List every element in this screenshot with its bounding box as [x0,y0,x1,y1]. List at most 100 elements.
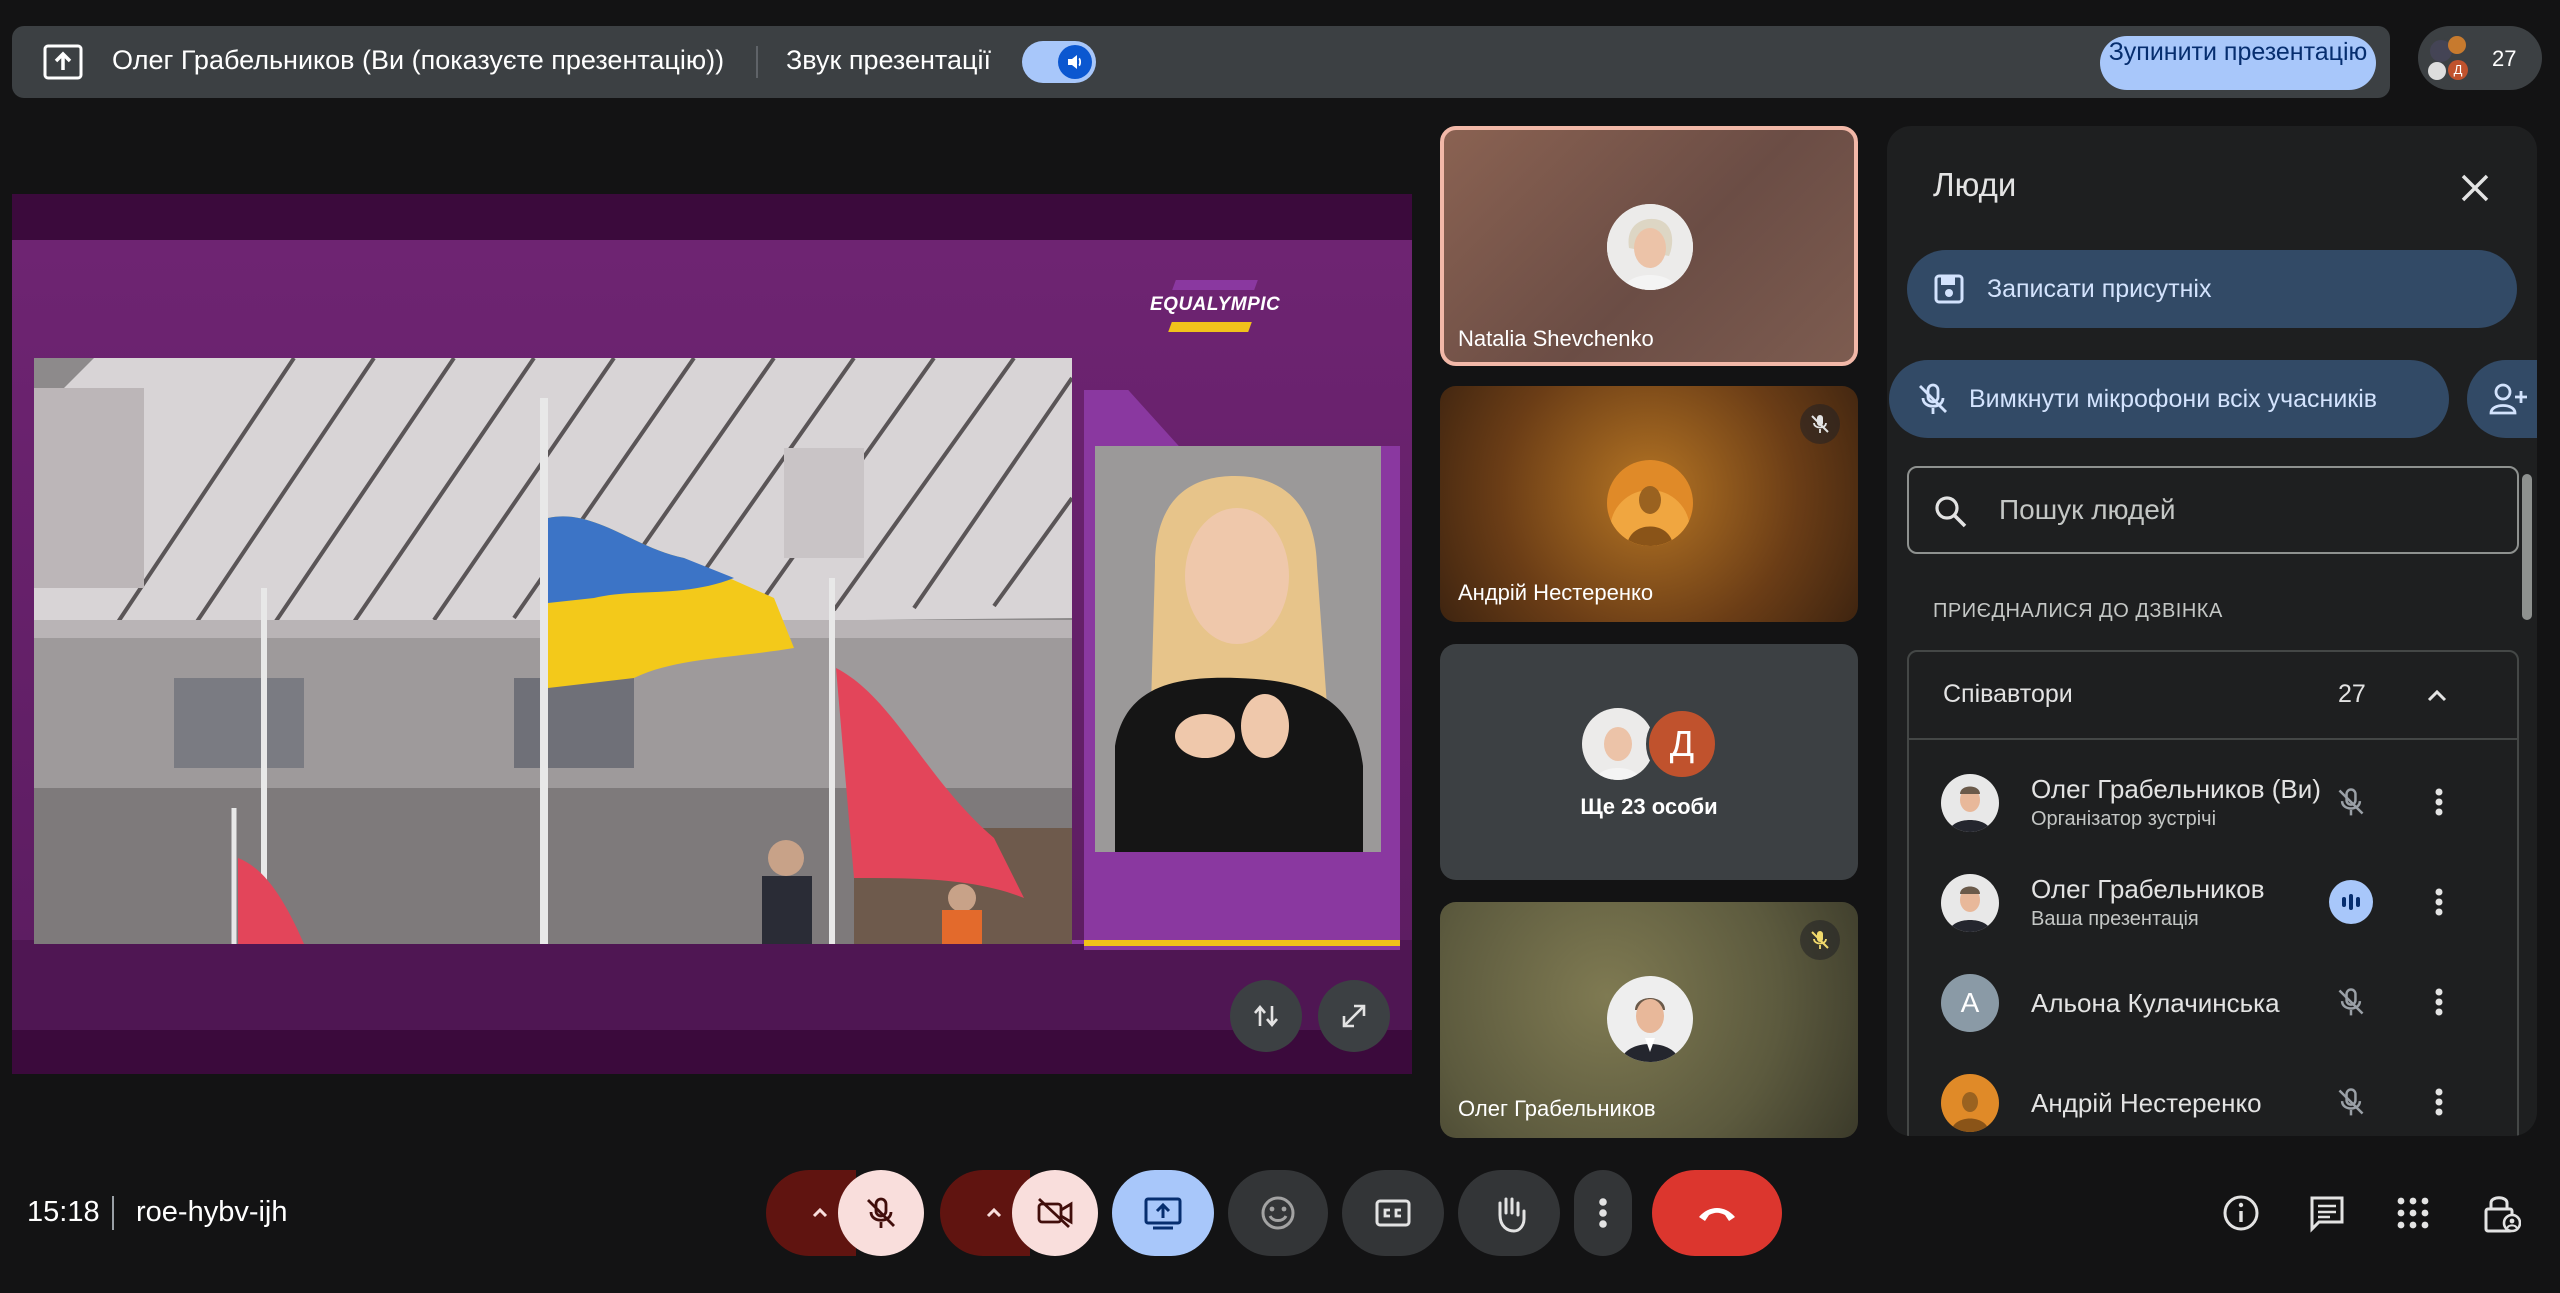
reposition-button[interactable] [1230,980,1302,1052]
participants-group: Співавтори 27 Олег Грабельников (Ви) Орг… [1907,650,2519,1136]
participant-name: Олег Грабельников (Ви) [2031,774,2321,804]
reactions-button[interactable] [1228,1170,1328,1256]
more-participants-label: Ще 23 особи [1580,794,1718,819]
chevron-up-icon [2427,689,2447,702]
section-title: ПРИЄДНАЛИСЯ ДО ДЗВІНКА [1933,600,2223,622]
participant-name: Андрій Нестеренко [1458,580,1654,605]
add-people-button[interactable] [2467,360,2537,438]
chat-button[interactable] [2302,1188,2352,1238]
participant-role: Організатор зустрічі [2031,808,2217,830]
more-participants-tile[interactable]: Д Ще 23 особи [1440,644,1858,880]
mic-off-icon [867,1197,895,1228]
sign-language-interpreter [1095,446,1381,852]
avatar-letter: Д [2448,60,2468,80]
stop-presenting-button[interactable]: Зупинити презентацію [2100,36,2376,90]
avatar [1941,774,1999,832]
more-options-button[interactable] [2419,1082,2459,1122]
people-panel: Люди Записати присутніх Вимкнути мікрофо… [1887,126,2537,1136]
search-icon [1935,496,1967,528]
participant-name: Natalia Shevchenko [1458,326,1654,351]
swap-icon [1254,1004,1278,1028]
panel-title: Люди [1933,166,2017,203]
add-person-icon [2489,383,2527,415]
raise-hand-button[interactable] [1458,1170,1560,1256]
search-people-field[interactable]: Пошук людей [1907,466,2519,554]
clock: 15:18 [27,1196,100,1228]
activities-button[interactable] [2388,1188,2438,1238]
logo-stripe [1172,280,1258,290]
avatar [1607,976,1693,1062]
present-now-button[interactable] [1112,1170,1214,1256]
participant-role: Ваша презентація [2031,908,2199,930]
present-screen-icon [1144,1197,1182,1230]
more-vert-icon [2435,788,2443,816]
participants-count: 27 [2492,46,2517,71]
chevron-up-icon [986,1207,1002,1218]
mic-off-icon [1800,404,1840,444]
more-options-button[interactable] [2419,982,2459,1022]
group-name: Співавтори [1943,680,2073,708]
meeting-details-button[interactable] [2216,1188,2266,1238]
mic-off-icon [1919,383,1947,414]
more-options-button[interactable] [2419,782,2459,822]
presentation-audio-label: Звук презентації [786,45,991,75]
mute-all-label: Вимкнути мікрофони всіх учасників [1969,384,2378,413]
more-vert-icon [2435,888,2443,916]
speaking-indicator-icon [2329,880,2373,924]
avatar-letter: А [1941,974,1999,1032]
participant-row[interactable]: Андрій Нестеренко [1909,1052,2517,1136]
microphone-toggle-button[interactable] [838,1170,924,1256]
group-header[interactable]: Співавтори 27 [1909,652,2517,740]
participant-row[interactable]: Олег Грабельников Ваша презентація [1909,852,2517,952]
record-attendance-label: Записати присутніх [1987,274,2212,303]
camera-toggle-button[interactable] [1012,1170,1098,1256]
panel-scrollbar[interactable] [2522,474,2532,620]
slide-accent-band [12,940,1412,1030]
mic-off-icon [2331,982,2371,1022]
avatar [1941,874,1999,932]
logo-text: EQUALYMPIC [1150,294,1281,315]
expand-icon [1342,1004,1366,1028]
divider [756,46,758,78]
camera-off-icon [1037,1197,1073,1229]
group-count: 27 [2338,680,2366,708]
participant-name: Альона Кулачинська [2031,988,2280,1018]
mic-off-icon [2331,782,2371,822]
participants-chip[interactable]: Д 27 [2418,26,2542,90]
captions-button[interactable] [1342,1170,1444,1256]
record-attendance-button[interactable]: Записати присутніх [1907,250,2517,328]
slide-video-frame [34,358,1072,944]
closed-captions-icon [1375,1199,1411,1227]
slide-yellow-line [1084,940,1400,946]
participant-tile[interactable]: Natalia Shevchenko [1440,126,1858,366]
avatar-letter: Д [1646,708,1718,780]
close-panel-button[interactable] [2453,166,2497,210]
fullscreen-button[interactable] [1318,980,1390,1052]
participant-tile[interactable]: Олег Грабельников [1440,902,1858,1138]
presentation-audio-toggle[interactable] [1022,41,1096,83]
more-options-button[interactable] [2419,882,2459,922]
avatar [2448,36,2466,54]
participant-row[interactable]: Олег Грабельников (Ви) Організатор зустр… [1909,752,2517,852]
mic-off-icon [2331,1082,2371,1122]
apps-grid-icon [2397,1197,2429,1229]
more-options-button[interactable] [1574,1170,1632,1256]
participant-name: Олег Грабельников [2031,874,2265,904]
more-vert-icon [1599,1198,1607,1228]
chevron-up-icon [812,1207,828,1218]
presenting-banner: Олег Грабельников (Ви (показуєте презент… [12,26,2390,98]
search-placeholder: Пошук людей [1999,494,2176,525]
hand-icon [1498,1197,1526,1233]
participant-name: Олег Грабельников [1458,1096,1656,1121]
participant-tile[interactable]: Андрій Нестеренко [1440,386,1858,622]
participant-row[interactable]: А Альона Кулачинська [1909,952,2517,1052]
leave-call-button[interactable] [1652,1170,1782,1256]
logo-stripe [1168,322,1252,332]
meeting-code: roe-hybv-ijh [136,1196,288,1228]
mute-all-button[interactable]: Вимкнути мікрофони всіх учасників [1889,360,2449,438]
lock-person-icon [2484,1196,2521,1233]
host-controls-button[interactable] [2476,1188,2526,1238]
divider [112,1196,114,1230]
avatar [1607,460,1693,546]
info-icon [2223,1195,2259,1231]
